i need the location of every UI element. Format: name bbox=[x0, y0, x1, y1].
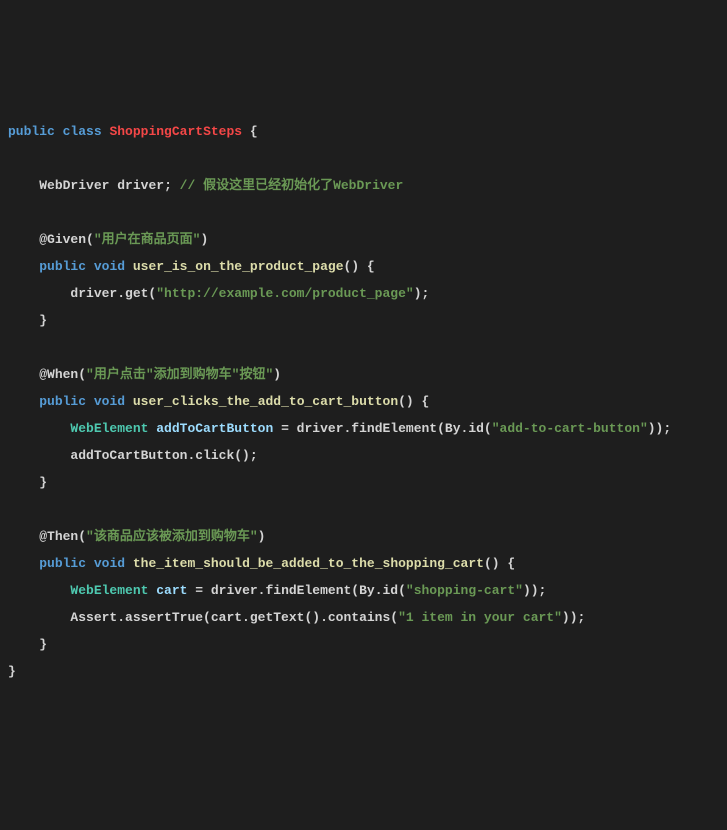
type-webdriver: WebDriver bbox=[39, 178, 109, 193]
brace-close-indented: } bbox=[8, 637, 47, 652]
keyword-public: public bbox=[39, 556, 86, 571]
string-when: "用户点击"添加到购物车"按钮" bbox=[86, 367, 273, 382]
annotation-given: @Given bbox=[39, 232, 86, 247]
var-driver: driver bbox=[117, 178, 164, 193]
string-url: "http://example.com/product_page" bbox=[156, 286, 413, 301]
keyword-void: void bbox=[94, 259, 125, 274]
type-webelement: WebElement bbox=[70, 583, 148, 598]
annotation-then: @Then bbox=[39, 529, 78, 544]
string-assert: "1 item in your cart" bbox=[398, 610, 562, 625]
brace-close: } bbox=[39, 475, 47, 490]
method-name-1: user_is_on_the_product_page bbox=[133, 259, 344, 274]
code-block: public class ShoppingCartSteps { WebDriv… bbox=[8, 118, 719, 685]
keyword-class: class bbox=[63, 124, 102, 139]
driver-get: driver.get( bbox=[70, 286, 156, 301]
brace-close: } bbox=[39, 313, 47, 328]
stmt-assert: Assert.assertTrue(cart.getText().contain… bbox=[70, 610, 398, 625]
comment: // 假设这里已经初始化了WebDriver bbox=[180, 178, 404, 193]
keyword-void: void bbox=[94, 556, 125, 571]
string-given: "用户在商品页面" bbox=[94, 232, 201, 247]
method-name-2: user_clicks_the_add_to_cart_button bbox=[133, 394, 398, 409]
brace-open: { bbox=[242, 124, 258, 139]
brace-close-final: } bbox=[8, 664, 16, 679]
annotation-when: @When bbox=[39, 367, 78, 382]
keyword-void: void bbox=[94, 394, 125, 409]
class-name: ShoppingCartSteps bbox=[109, 124, 242, 139]
string-then: "该商品应该被添加到购物车" bbox=[86, 529, 258, 544]
string-addtocart-id: "add-to-cart-button" bbox=[492, 421, 648, 436]
method-name-3: the_item_should_be_added_to_the_shopping… bbox=[133, 556, 484, 571]
keyword-public: public bbox=[39, 259, 86, 274]
var-cart: cart bbox=[156, 583, 187, 598]
string-cart-id: "shopping-cart" bbox=[406, 583, 523, 598]
keyword-public: public bbox=[8, 124, 55, 139]
type-webelement: WebElement bbox=[70, 421, 148, 436]
var-addtocart: addToCartButton bbox=[156, 421, 273, 436]
stmt-click: addToCartButton.click(); bbox=[70, 448, 257, 463]
keyword-public: public bbox=[39, 394, 86, 409]
